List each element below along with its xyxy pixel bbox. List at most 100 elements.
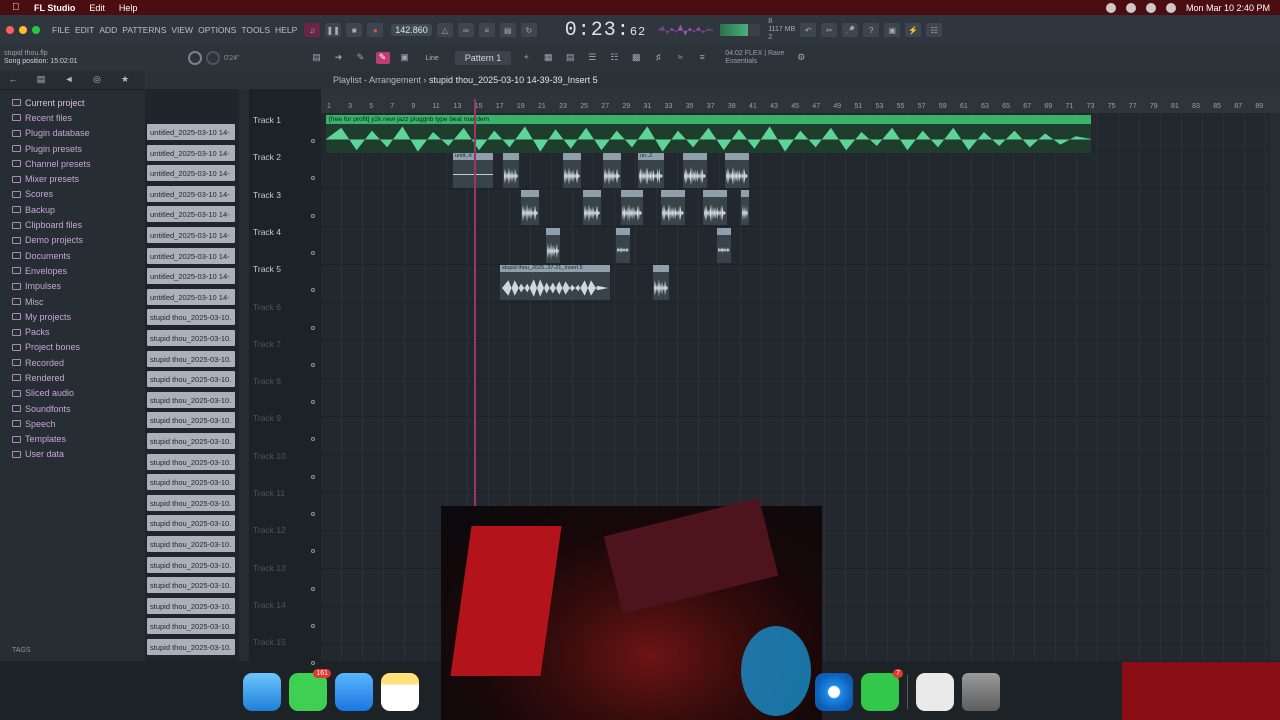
mic-icon[interactable]: 🎤: [842, 23, 859, 37]
audio-clip[interactable]: un..2: [638, 153, 664, 188]
file-item[interactable]: stupid thou_2025-03-10.: [147, 433, 235, 449]
audio-clip[interactable]: [741, 190, 749, 225]
track-mute-toggle[interactable]: [311, 176, 315, 181]
zoom-icon[interactable]: [32, 26, 40, 34]
battery-icon[interactable]: [1125, 2, 1136, 13]
menu-add[interactable]: ADD: [99, 25, 117, 35]
audio-clip[interactable]: [616, 228, 630, 263]
browser-item[interactable]: Impulses: [0, 279, 145, 294]
list-icon[interactable]: ≡: [695, 52, 709, 64]
main-audio-clip[interactable]: [free for profit] y2k new jazz pluggnb t…: [326, 115, 1091, 153]
audio-clip[interactable]: [725, 153, 749, 188]
menu-options[interactable]: OPTIONS: [198, 25, 236, 35]
paint-icon[interactable]: ✎: [375, 52, 390, 64]
track-mute-toggle[interactable]: [311, 400, 315, 405]
file-item[interactable]: untitled_2025-03-10 14-: [147, 227, 235, 243]
track-header[interactable]: Track 13: [253, 563, 321, 600]
browser-item[interactable]: Sliced audio: [0, 386, 145, 401]
audio-clip[interactable]: [603, 153, 621, 188]
mixer-icon[interactable]: ☷: [926, 23, 943, 37]
track-header[interactable]: Track 3: [253, 190, 321, 227]
news-panel[interactable]: 04:02 FLEX | Rave Essentials: [725, 50, 784, 66]
file-item[interactable]: untitled_2025-03-10 14-: [147, 247, 235, 264]
countdown-icon[interactable]: ≡: [478, 23, 495, 37]
browser-item[interactable]: Mixer presets: [0, 171, 145, 186]
track-header[interactable]: Track 6: [253, 302, 321, 339]
file-item[interactable]: stupid thou_2025-03-10.: [147, 371, 235, 388]
track-header[interactable]: Track 4: [253, 227, 321, 264]
audio-clip[interactable]: [546, 228, 560, 263]
audio-clip[interactable]: [653, 265, 669, 300]
stop-button[interactable]: ■: [346, 23, 363, 37]
track-mute-toggle[interactable]: [311, 325, 315, 330]
browser-item[interactable]: Channel presets: [0, 156, 145, 171]
metronome-icon[interactable]: △: [436, 23, 453, 37]
target-icon[interactable]: ◎: [90, 74, 104, 86]
tempo-tapper-icon[interactable]: ≈: [673, 52, 687, 64]
file-item[interactable]: stupid thou_2025-03-10.: [147, 330, 235, 346]
track-mute-toggle[interactable]: [311, 362, 315, 367]
browser-item[interactable]: Templates: [0, 432, 145, 447]
track-mute-toggle[interactable]: [311, 586, 315, 591]
track-mute-toggle[interactable]: [311, 213, 315, 218]
audio-clip[interactable]: stupid thou_2025..37-21_Insert 5: [500, 265, 610, 300]
audio-clip[interactable]: [583, 190, 601, 225]
gear-icon[interactable]: ⚙: [794, 52, 808, 64]
mixer-view-icon[interactable]: ☰: [585, 52, 599, 64]
audio-clip[interactable]: [717, 228, 731, 263]
add-pattern-icon[interactable]: +: [519, 52, 533, 64]
browser-item[interactable]: Envelopes: [0, 263, 145, 278]
pattern-selector[interactable]: Pattern 1: [454, 51, 512, 65]
track-header[interactable]: Track 1: [253, 115, 321, 152]
stamp-icon[interactable]: ▣: [398, 52, 412, 64]
file-item[interactable]: stupid thou_2025-03-10.: [147, 577, 235, 594]
file-item[interactable]: untitled_2025-03-10 14-: [147, 206, 235, 223]
file-item[interactable]: stupid thou_2025-03-10.: [147, 618, 235, 635]
app-menu[interactable]: FL Studio: [34, 3, 75, 13]
browser-item[interactable]: Current project: [0, 95, 145, 110]
channel-rack-icon[interactable]: ▦: [541, 52, 555, 64]
browser-item[interactable]: Clipboard files: [0, 217, 145, 232]
browser-item[interactable]: Packs: [0, 324, 145, 339]
playhead[interactable]: [474, 99, 476, 509]
track-mute-toggle[interactable]: [311, 437, 315, 442]
timeline-ruler[interactable]: 1 3 5 7 9 11 13 15 17 19 21 23 25 27 29 31 33 35 37 39 41 43 4…: [321, 89, 1280, 113]
file-item[interactable]: stupid thou_2025-03-10.: [147, 556, 235, 573]
minimize-icon[interactable]: [19, 26, 27, 34]
audio-clip[interactable]: [563, 153, 581, 188]
master-pitch-knob[interactable]: [206, 51, 220, 65]
file-scrollbar[interactable]: [239, 71, 249, 661]
control-center-icon[interactable]: [1165, 2, 1176, 13]
clock[interactable]: Mon Mar 10 2:40 PM: [1186, 3, 1270, 13]
menu-help[interactable]: Help: [119, 3, 138, 13]
track-header[interactable]: Track 2: [253, 152, 321, 189]
menu-file[interactable]: FILE: [52, 25, 70, 35]
finder-icon[interactable]: [243, 673, 281, 711]
browser-item[interactable]: Misc: [0, 294, 145, 309]
playlist-view-icon[interactable]: ▤: [310, 52, 324, 64]
tags-label[interactable]: TAGS: [12, 647, 31, 654]
browser-item[interactable]: Project bones: [0, 340, 145, 355]
notes-icon[interactable]: [381, 673, 419, 711]
track-header[interactable]: Track 5: [253, 264, 321, 301]
file-item[interactable]: untitled_2025-03-10 14-: [147, 165, 235, 182]
browser-item[interactable]: Backup: [0, 202, 145, 217]
browser-back-icon[interactable]: ←: [6, 74, 20, 86]
save-icon[interactable]: ▣: [884, 23, 901, 37]
track-mute-toggle[interactable]: [311, 139, 315, 143]
snap-select[interactable]: Line: [426, 55, 439, 62]
menu-edit-fl[interactable]: EDIT: [75, 25, 94, 35]
track-header[interactable]: Track 10: [253, 451, 321, 488]
trash-icon[interactable]: [962, 673, 1000, 711]
menu-help-fl[interactable]: HELP: [275, 25, 297, 35]
audio-clip[interactable]: [503, 153, 519, 188]
audio-clip[interactable]: untit..rt 2: [453, 153, 493, 188]
browser-icon[interactable]: ☷: [607, 52, 621, 64]
audio-clip[interactable]: [683, 153, 707, 188]
close-icon[interactable]: [6, 26, 14, 34]
browser-item[interactable]: Soundfonts: [0, 401, 145, 416]
track-mute-toggle[interactable]: [311, 623, 315, 628]
time-display[interactable]: 0:23:62: [565, 19, 646, 42]
music-file-icon[interactable]: [916, 673, 954, 711]
track-mute-toggle[interactable]: [311, 250, 315, 255]
